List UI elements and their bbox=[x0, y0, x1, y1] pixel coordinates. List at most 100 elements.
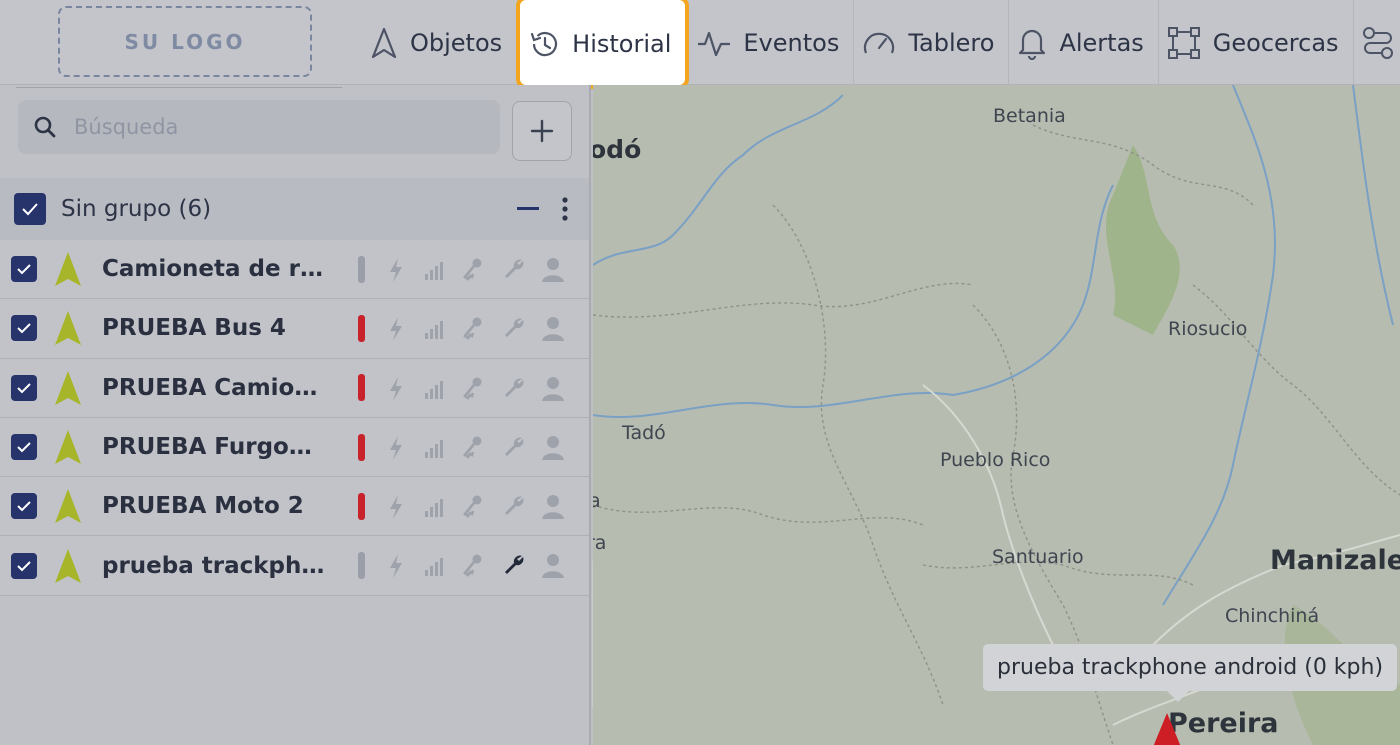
engine-key-icon bbox=[463, 317, 482, 341]
history-icon bbox=[531, 31, 558, 56]
nav-geocercas[interactable]: Geocercas bbox=[1159, 0, 1354, 85]
checkmark-icon bbox=[17, 560, 31, 572]
wrench-icon[interactable] bbox=[502, 257, 526, 281]
group-checkbox[interactable] bbox=[14, 193, 46, 225]
nav-objetos-label: Objetos bbox=[410, 28, 503, 57]
driver-person-icon bbox=[542, 258, 564, 282]
vehicle-marker-icon[interactable] bbox=[1153, 713, 1181, 745]
map-label-pueblo-rico: Pueblo Rico bbox=[940, 449, 1051, 471]
checkmark-icon bbox=[17, 264, 31, 275]
wrench-icon[interactable] bbox=[502, 316, 526, 340]
engine-key-icon bbox=[463, 495, 482, 518]
object-row[interactable]: prueba trackphon... bbox=[0, 536, 589, 596]
map-label-santuario: Santuario bbox=[992, 546, 1084, 568]
top-navigation-bar: SU LOGO Objetos Historial Eventos Tabler… bbox=[0, 0, 1400, 89]
map-label-tado: Tadó bbox=[622, 422, 666, 444]
object-checkbox[interactable] bbox=[11, 374, 37, 401]
object-name[interactable]: PRUEBA Bus 4 bbox=[102, 315, 328, 341]
collapse-group-icon[interactable] bbox=[517, 207, 539, 210]
ignition-bolt-icon bbox=[390, 376, 402, 401]
nav-objetos[interactable]: Objetos bbox=[362, 0, 516, 85]
object-checkbox[interactable] bbox=[11, 552, 37, 579]
nav-tablero-label: Tablero bbox=[908, 28, 995, 57]
object-name[interactable]: PRUEBA Camion 1 bbox=[102, 375, 328, 401]
add-object-button[interactable] bbox=[512, 101, 572, 161]
object-name[interactable]: Camioneta de rep... bbox=[102, 256, 328, 282]
group-label: Sin grupo (6) bbox=[61, 196, 212, 222]
navigation-arrow-icon bbox=[371, 27, 397, 58]
connection-status-bar bbox=[358, 374, 365, 402]
wrench-icon[interactable] bbox=[502, 435, 526, 459]
signal-strength-icon bbox=[425, 262, 443, 280]
map-label-betania: Betania bbox=[993, 105, 1066, 127]
nav-eventos[interactable]: Eventos bbox=[689, 0, 855, 85]
search-box bbox=[18, 100, 500, 154]
route-icon bbox=[1362, 26, 1393, 59]
engine-key-icon bbox=[463, 436, 482, 459]
activity-pulse-icon bbox=[698, 31, 731, 56]
object-name[interactable]: PRUEBA Furgon 3 bbox=[102, 434, 328, 460]
driver-person-icon bbox=[542, 317, 564, 342]
signal-strength-icon bbox=[425, 321, 443, 340]
signal-strength-icon bbox=[425, 439, 443, 458]
object-row[interactable]: PRUEBA Camion 1 bbox=[0, 358, 589, 418]
nav-historial[interactable]: Historial bbox=[516, 0, 690, 89]
object-checkbox[interactable] bbox=[11, 315, 37, 342]
object-row[interactable]: PRUEBA Moto 2 bbox=[0, 477, 589, 537]
object-direction-arrow-icon bbox=[55, 548, 81, 583]
object-name[interactable]: prueba trackphon... bbox=[102, 553, 328, 579]
connection-status-bar bbox=[358, 492, 365, 520]
group-header[interactable]: Sin grupo (6) bbox=[0, 178, 589, 240]
signal-strength-icon bbox=[425, 380, 443, 399]
driver-person-icon bbox=[542, 554, 564, 579]
wrench-icon[interactable] bbox=[502, 494, 526, 518]
object-row[interactable]: PRUEBA Furgon 3 bbox=[0, 417, 589, 478]
object-row[interactable]: Camioneta de rep... bbox=[0, 240, 589, 300]
more-vertical-icon[interactable] bbox=[561, 196, 569, 222]
object-checkbox[interactable] bbox=[11, 256, 37, 283]
ignition-bolt-icon bbox=[390, 258, 402, 282]
search-icon bbox=[34, 116, 56, 138]
ignition-bolt-icon bbox=[390, 317, 402, 342]
nav-alertas-label: Alertas bbox=[1059, 28, 1144, 57]
object-checkbox[interactable] bbox=[11, 434, 37, 461]
plus-icon bbox=[530, 119, 554, 143]
connection-status-bar bbox=[358, 552, 365, 580]
map-label-fragment-a: a bbox=[593, 490, 601, 512]
object-row[interactable]: PRUEBA Bus 4 bbox=[0, 299, 589, 359]
driver-person-icon bbox=[542, 435, 564, 460]
wrench-icon[interactable] bbox=[502, 553, 526, 577]
gauge-icon bbox=[864, 32, 895, 53]
ignition-bolt-icon bbox=[390, 495, 402, 520]
map-view[interactable]: Betania odó Riosucio Tadó Pueblo Rico a … bbox=[593, 85, 1400, 745]
nav-tablero[interactable]: Tablero bbox=[854, 0, 1010, 85]
main-nav: Objetos Historial Eventos Tablero Alerta… bbox=[362, 0, 1400, 89]
nav-rutas[interactable]: R bbox=[1354, 0, 1400, 85]
search-input[interactable] bbox=[74, 115, 474, 139]
divider bbox=[16, 87, 342, 88]
checkmark-icon bbox=[17, 323, 31, 334]
checkmark-icon bbox=[17, 442, 31, 453]
object-direction-arrow-icon bbox=[55, 489, 81, 524]
map-label-riosucio: Riosucio bbox=[1168, 318, 1248, 340]
signal-strength-icon bbox=[425, 499, 443, 518]
object-direction-arrow-icon bbox=[55, 311, 81, 346]
ignition-bolt-icon bbox=[390, 554, 402, 579]
nav-historial-label: Historial bbox=[572, 29, 672, 58]
object-list: Camioneta de rep... PRUEBA Bus 4 PRUEBA … bbox=[0, 240, 589, 596]
connection-status-bar bbox=[358, 314, 365, 342]
driver-person-icon bbox=[542, 495, 564, 520]
nav-geocercas-label: Geocercas bbox=[1212, 28, 1339, 57]
nav-alertas[interactable]: Alertas bbox=[1009, 0, 1159, 85]
object-name[interactable]: PRUEBA Moto 2 bbox=[102, 493, 328, 519]
map-label-manizales: Manizales bbox=[1270, 545, 1400, 576]
object-checkbox[interactable] bbox=[11, 493, 37, 520]
driver-person-icon bbox=[542, 376, 564, 401]
signal-strength-icon bbox=[425, 558, 443, 577]
wrench-icon[interactable] bbox=[502, 376, 526, 400]
connection-status-bar bbox=[358, 255, 365, 283]
checkmark-icon bbox=[22, 203, 38, 216]
engine-key-icon bbox=[463, 258, 482, 281]
map-label-fragment-ra: ra bbox=[593, 532, 607, 554]
object-direction-arrow-icon bbox=[55, 370, 81, 405]
